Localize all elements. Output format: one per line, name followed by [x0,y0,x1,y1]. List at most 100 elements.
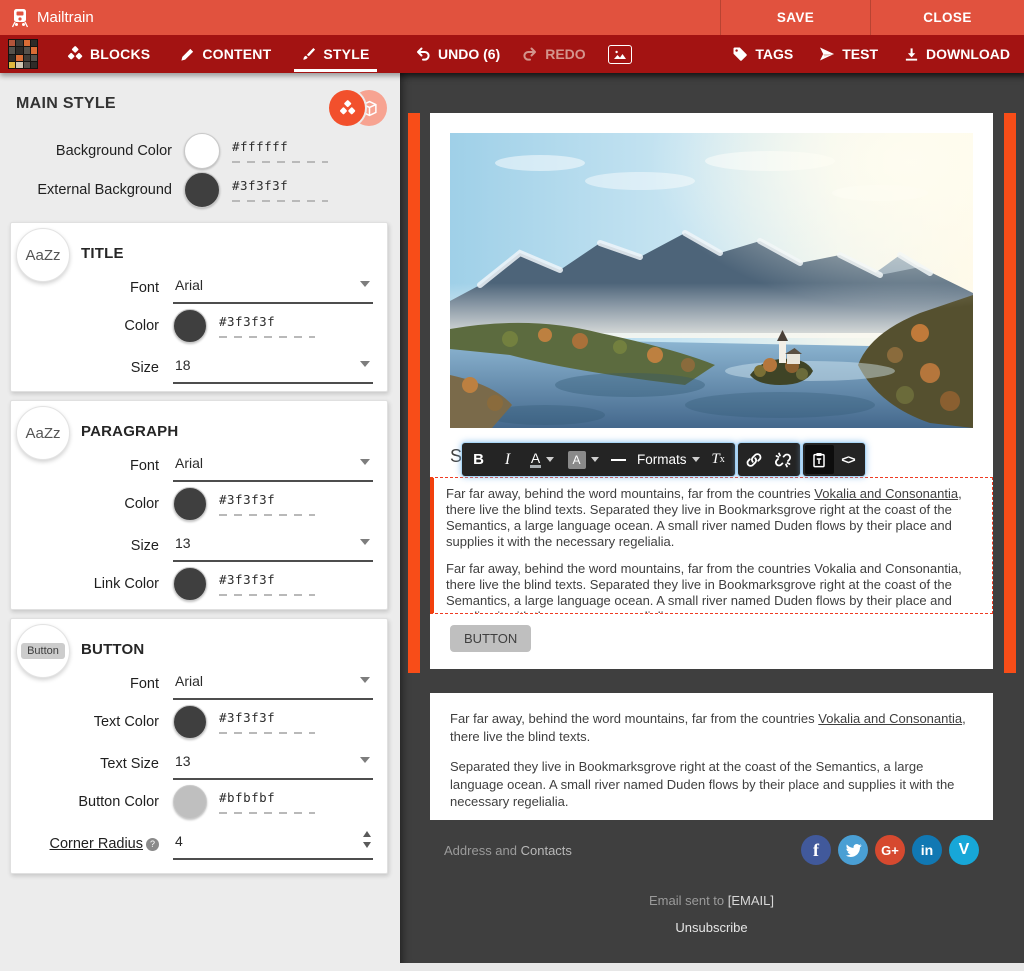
button-color-value[interactable]: #bfbfbf [219,790,315,805]
paste-as-text-button[interactable] [805,445,834,474]
redo-label: REDO [545,46,585,62]
undo-button[interactable]: UNDO (6) [415,46,500,62]
remove-link-button[interactable] [769,445,798,474]
test-button[interactable]: TEST [819,46,878,62]
button-text-color-row: Text Color #3f3f3f [25,700,373,744]
top-bar: Mailtrain SAVE CLOSE [0,0,1024,35]
background-color-swatch[interactable] [184,133,220,169]
button-text-size-select[interactable]: 13 [173,753,373,780]
nav-right-actions: TAGS TEST DOWNLOAD [732,46,1010,62]
email-preview: S B I A A Formats [400,73,1024,963]
title-size-select[interactable]: 18 [173,357,373,384]
tab-blocks-label: BLOCKS [90,46,150,62]
linkedin-icon[interactable]: in [912,835,942,865]
format-group: B I A A Formats Tx [462,443,735,476]
paragraph-link-color-swatch[interactable] [173,567,207,601]
button-corner-radius-row: Corner Radius? 4 [25,824,373,860]
paragraph[interactable]: Separated they live in Bookmarksgrove ri… [450,758,973,811]
title-badge-label: AaZz [25,247,60,264]
chevron-down-icon [360,757,370,768]
paragraph-link-color-value[interactable]: #3f3f3f [219,572,315,587]
paragraph-color-swatch[interactable] [173,487,207,521]
email-block-hero[interactable]: S B I A A Formats [430,113,993,669]
horizontal-rule-button[interactable] [604,445,633,474]
paragraph-font-select[interactable]: Arial [173,455,373,482]
contacts-link[interactable]: Contacts [521,843,572,858]
vokalia-link[interactable]: Vokalia and Consonantia [818,711,962,726]
image-gallery-button[interactable] [608,45,632,64]
button-color-swatch[interactable] [173,785,207,819]
block-selection-bar-right [1004,113,1016,673]
paragraph[interactable]: Far far away, behind the word mountains,… [450,710,973,745]
external-background-swatch[interactable] [184,172,220,208]
bold-button[interactable]: B [464,445,493,474]
close-button[interactable]: CLOSE [870,0,1024,35]
title-font-row: Font Arial [25,268,373,304]
button-text-color-value[interactable]: #3f3f3f [219,710,315,725]
address-line: Address and Contacts [430,843,801,858]
corner-radius-input[interactable]: 4 [173,833,373,860]
source-code-button[interactable]: <> [834,445,863,474]
button-font-select[interactable]: Arial [173,673,373,700]
button-badge: Button [16,624,70,678]
facebook-icon[interactable]: f [801,835,831,865]
dashed-underline [219,732,315,734]
undo-icon [415,46,431,62]
external-background-value[interactable]: #3f3f3f [232,178,328,193]
tab-style[interactable]: STYLE [286,35,384,73]
chevron-down-icon [591,457,599,466]
paragraph-badge: AaZz [16,406,70,460]
italic-button[interactable]: I [493,445,522,474]
redo-button[interactable]: REDO [522,46,585,62]
section-title-fragment[interactable]: S [450,446,462,467]
vokalia-link[interactable]: Vokalia and Consonantia [814,486,958,501]
tab-content[interactable]: CONTENT [165,35,286,73]
email-sent-line: Email sent to [EMAIL] [430,893,993,908]
hero-image[interactable] [450,133,973,428]
vimeo-icon[interactable]: V [949,835,979,865]
formats-dropdown[interactable]: Formats [633,445,704,474]
text-editor-toolbar: B I A A Formats Tx [462,443,865,476]
download-button[interactable]: DOWNLOAD [904,46,1010,62]
chevron-down-icon [360,539,370,550]
paragraph[interactable]: Far far away, behind the word mountains,… [446,486,980,550]
paragraph-badge-label: AaZz [25,425,60,442]
tags-button[interactable]: TAGS [732,46,793,62]
dashed-underline [232,161,328,163]
google-plus-icon[interactable]: G+ [875,835,905,865]
unsubscribe-link[interactable]: Unsubscribe [675,920,747,935]
corner-radius-label[interactable]: Corner Radius [50,836,144,852]
paragraph-size-select[interactable]: 13 [173,535,373,562]
paragraph[interactable]: Far far away, behind the word mountains,… [446,561,980,614]
tab-blocks[interactable]: BLOCKS [52,35,165,73]
paragraph-color-value[interactable]: #3f3f3f [219,492,315,507]
background-color-value[interactable]: #ffffff [232,139,328,154]
help-icon[interactable]: ? [146,838,159,851]
background-color-button[interactable]: A [562,445,604,474]
title-font-select[interactable]: Arial [173,277,373,304]
email-block-text[interactable]: Far far away, behind the word mountains,… [430,693,993,820]
spinner-up-icon[interactable] [363,827,371,837]
title-color-value[interactable]: #3f3f3f [219,314,315,329]
selected-text-block[interactable]: Far far away, behind the word mountains,… [430,477,993,614]
twitter-icon[interactable] [838,835,868,865]
title-color-swatch[interactable] [173,309,207,343]
social-icons: f G+ in V [801,835,993,865]
save-button[interactable]: SAVE [720,0,870,35]
text-color-button[interactable]: A [522,445,562,474]
external-background-label: External Background [0,182,184,198]
chevron-down-icon [360,459,370,470]
image-icon [613,49,627,60]
title-color-row: Color #3f3f3f [25,304,373,348]
number-spinner[interactable] [363,827,371,852]
spinner-down-icon[interactable] [363,842,371,852]
blocks-style-toggle[interactable] [329,90,365,126]
brand-title: Mailtrain [37,9,94,26]
chevron-down-icon [360,677,370,688]
style-panel: MAIN STYLE Background Color #ffffff Exte… [0,73,400,971]
email-cta-button[interactable]: BUTTON [450,625,531,652]
button-text-color-swatch[interactable] [173,705,207,739]
clear-formatting-button[interactable]: Tx [704,445,733,474]
email-token-link[interactable]: [EMAIL] [728,893,774,908]
insert-link-button[interactable] [740,445,769,474]
